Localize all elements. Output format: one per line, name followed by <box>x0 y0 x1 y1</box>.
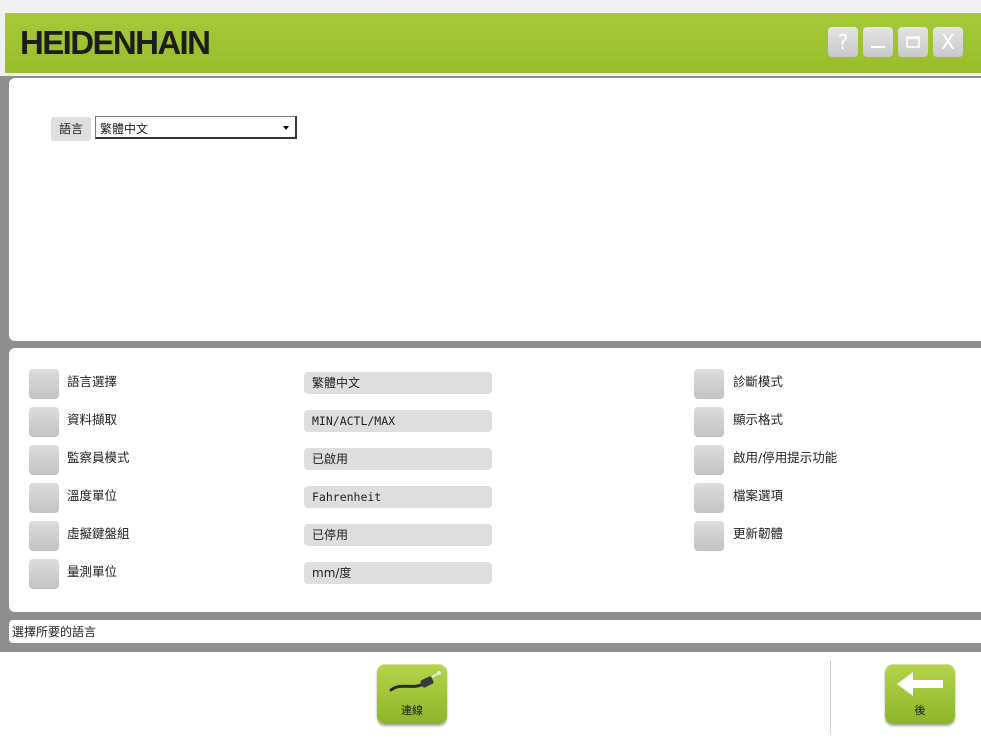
setting-label-display-format: 顯示格式 <box>733 412 784 427</box>
setting-value-temperature-unit: Fahrenheit <box>304 486 492 508</box>
setting-label-update-firmware: 更新韌體 <box>733 526 784 541</box>
arrow-left-icon <box>897 672 943 696</box>
connect-button-label: 連線 <box>401 704 423 717</box>
setting-label-measurement-unit: 量測單位 <box>67 564 118 579</box>
status-message: 選擇所要的語言 <box>12 625 97 639</box>
title-bar: HEIDENHAIN ? X <box>5 13 981 73</box>
status-bar: 選擇所要的語言 <box>9 620 981 643</box>
setting-label-tooltips: 啟用/停用提示功能 <box>733 450 838 465</box>
connect-button[interactable]: 連線 <box>377 664 447 724</box>
data-capture-button[interactable] <box>29 407 59 437</box>
supervisor-mode-button[interactable] <box>29 445 59 475</box>
back-button[interactable]: 後 <box>885 664 955 724</box>
language-select-button[interactable] <box>29 369 59 399</box>
close-icon: X <box>941 30 955 54</box>
setting-label-virtual-keyboard: 虛擬鍵盤組 <box>67 526 130 541</box>
setting-value-measurement-unit: mm/度 <box>304 562 492 584</box>
probe-cable-icon <box>389 671 441 692</box>
diagnostic-mode-button[interactable] <box>694 369 724 399</box>
setting-value-data-capture: MIN/ACTL/MAX <box>304 410 492 432</box>
minimize-icon <box>871 46 885 48</box>
help-icon: ? <box>837 30 849 54</box>
toolbar-divider <box>830 660 831 734</box>
language-dropdown-value: 繁體中文 <box>100 122 149 136</box>
setting-value-supervisor-mode: 已啟用 <box>304 448 492 470</box>
setting-value-language: 繁體中文 <box>304 372 492 394</box>
setting-label-temperature-unit: 溫度單位 <box>67 488 118 503</box>
settings-panel: 語言選擇 繁體中文 資料擷取 MIN/ACTL/MAX 監察員模式 已啟用 溫度… <box>9 348 981 612</box>
maximize-icon <box>906 36 920 48</box>
setting-label-file-options: 檔案選項 <box>733 488 784 503</box>
setting-value-virtual-keyboard: 已停用 <box>304 524 492 546</box>
language-label: 語言 <box>51 117 91 141</box>
tooltips-toggle-button[interactable] <box>694 445 724 475</box>
language-dropdown[interactable]: 繁體中文 <box>95 116 297 139</box>
minimize-button[interactable] <box>863 27 893 57</box>
measurement-unit-button[interactable] <box>29 559 59 589</box>
virtual-keyboard-button[interactable] <box>29 521 59 551</box>
bottom-toolbar: 連線 後 <box>0 652 981 742</box>
update-firmware-button[interactable] <box>694 521 724 551</box>
heidenhain-logo: HEIDENHAIN <box>20 24 211 61</box>
maximize-button[interactable] <box>898 27 928 57</box>
close-button[interactable]: X <box>933 27 963 57</box>
setting-label-supervisor-mode: 監察員模式 <box>67 450 130 465</box>
language-panel: 語言 繁體中文 <box>9 78 981 341</box>
setting-label-language: 語言選擇 <box>67 374 118 389</box>
app-window: HEIDENHAIN ? X 語言 繁體中文 語言選擇 繁體中文 資料擷取 MI… <box>0 0 981 742</box>
temperature-unit-button[interactable] <box>29 483 59 513</box>
display-format-button[interactable] <box>694 407 724 437</box>
help-button[interactable]: ? <box>828 27 858 57</box>
setting-label-data-capture: 資料擷取 <box>67 412 118 427</box>
back-button-label: 後 <box>914 704 926 717</box>
header: HEIDENHAIN ? X <box>0 0 981 76</box>
file-options-button[interactable] <box>694 483 724 513</box>
chevron-down-icon <box>283 126 289 130</box>
setting-label-diagnostic-mode: 診斷模式 <box>733 374 784 389</box>
